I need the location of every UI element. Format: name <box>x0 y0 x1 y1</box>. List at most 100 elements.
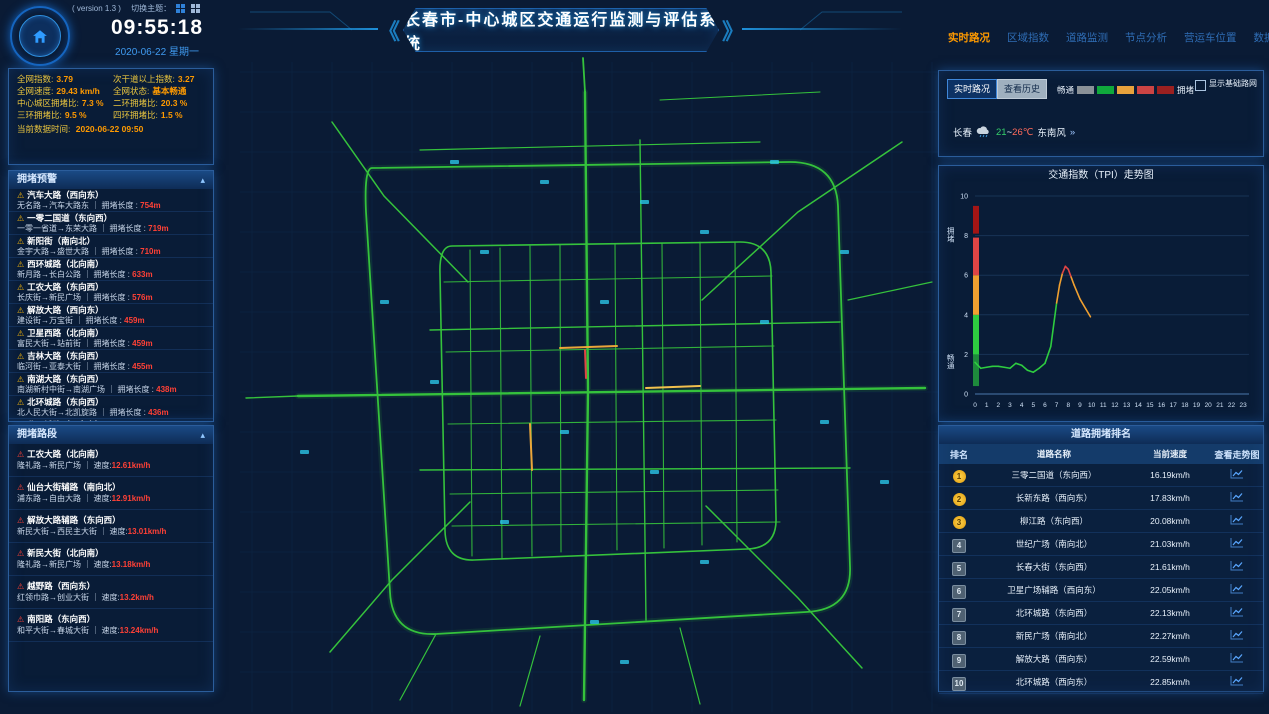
congested-item[interactable]: ⚠南阳路（东向西） 和平大街→春城大街 ｜ 速度:13.24km/h <box>9 609 213 642</box>
metric-label: ｜ 拥堵长度 : <box>81 270 132 279</box>
metric-value: 12.61km/h <box>112 461 151 470</box>
road-name: 汽车大路（西向东） <box>27 190 104 200</box>
svg-text:4: 4 <box>964 312 968 319</box>
warning-item[interactable]: ⚠西环城路（北向南） 新月路→长白公路 ｜ 拥堵长度 : 633m <box>9 258 213 281</box>
road-segment: 新民大街→西民主大街 <box>17 527 97 536</box>
svg-text:17: 17 <box>1170 402 1178 409</box>
nav-item[interactable]: 区域指数 <box>1007 30 1049 45</box>
congested-item[interactable]: ⚠解放大路辅路（东向西） 新民大街→西民主大街 ｜ 速度:13.01km/h <box>9 510 213 543</box>
trend-chart-icon[interactable] <box>1230 468 1244 479</box>
metric-label: ｜ 速度: <box>81 560 112 569</box>
warning-item[interactable]: ⚠北环城路（东向西） 北人民大街→北凯旋路 ｜ 拥堵长度 : 436m <box>9 396 213 419</box>
overview-stat: 全网速度:29.43 km/h <box>17 86 109 96</box>
svg-text:19: 19 <box>1193 402 1201 409</box>
nav-item[interactable]: 节点分析 <box>1125 30 1167 45</box>
trend-chart-icon[interactable] <box>1230 606 1244 617</box>
network-overview-panel: 全网指数:3.79 次干道以上指数:3.27 全网速度:29.43 km/h 全… <box>8 68 214 165</box>
metric-label: ｜ 拥堵长度 : <box>81 293 132 302</box>
warning-item[interactable]: ⚠一零二国道（东向西） 一零一省道→东荣大路 ｜ 拥堵长度 : 719m <box>9 212 213 235</box>
checkbox-icon[interactable] <box>1195 80 1206 91</box>
nav-item[interactable]: 道路监测 <box>1066 30 1108 45</box>
road-name: 新阳街（南向北） <box>27 236 95 246</box>
trend-chart-icon[interactable] <box>1230 675 1244 686</box>
current-speed: 16.19km/h <box>1129 470 1211 480</box>
tpi-trend-panel: 交通指数（TPI）走势图 024681001234567891011121314… <box>938 165 1264 422</box>
current-speed: 17.83km/h <box>1129 493 1211 503</box>
warning-triangle-icon: ⚠ <box>17 398 24 407</box>
tpi-chart-svg: 0246810012345678910111213141516171819202… <box>939 186 1261 418</box>
svg-text:23: 23 <box>1240 402 1248 409</box>
svg-text:5: 5 <box>1031 402 1035 409</box>
table-row: 1 三零二国道（东向西） 16.19km/h <box>939 464 1263 487</box>
trend-chart-icon[interactable] <box>1230 652 1244 663</box>
weather-more-arrow[interactable]: » <box>1070 127 1075 138</box>
warning-item[interactable]: ⚠工农大路（东向西） 长庆街→新民广场 ｜ 拥堵长度 : 576m <box>9 281 213 304</box>
nav-item[interactable]: 营运车位置 <box>1184 30 1237 45</box>
road-name: 北环城路（西向东） <box>979 676 1129 688</box>
main-nav: 实时路况 区域指数 道路监测 节点分析 营运车位置 数据查询 <box>948 30 1269 45</box>
road-name: 西环城路（北向南） <box>27 259 104 269</box>
metric-value: 13.01km/h <box>128 527 167 536</box>
congested-item[interactable]: ⚠仙台大街辅路（南向北） 浦东路→自由大路 ｜ 速度:12.91km/h <box>9 477 213 510</box>
road-segment: 红领巾路→创业大街 <box>17 593 89 602</box>
road-name: 一零二国道（东向西） <box>27 213 112 223</box>
road-name: 北环城路（西向东） <box>27 420 104 421</box>
nav-item[interactable]: 数据查询 <box>1254 30 1269 45</box>
current-speed: 22.05km/h <box>1129 585 1211 595</box>
congested-item[interactable]: ⚠工农大路（北向南） 隆礼路→新民广场 ｜ 速度:12.61km/h <box>9 444 213 477</box>
metric-value: 436m <box>148 408 168 417</box>
road-segment: 隆礼路→新民广场 <box>17 461 81 470</box>
home-button[interactable] <box>10 6 70 66</box>
road-name: 工农大路（北向南） <box>27 449 104 459</box>
road-segment: 建设街→万宝街 <box>17 316 73 325</box>
warning-item[interactable]: ⚠吉林大路（东向西） 临河街→亚泰大街 ｜ 拥堵长度 : 455m <box>9 350 213 373</box>
warning-item[interactable]: ⚠新阳街（南向北） 金宇大路→盛世大路 ｜ 拥堵长度 : 710m <box>9 235 213 258</box>
warning-item[interactable]: ⚠解放大路（西向东） 建设街→万宝街 ｜ 拥堵长度 : 459m <box>9 304 213 327</box>
trend-chart-icon[interactable] <box>1230 560 1244 571</box>
collapse-icon[interactable]: ▴ <box>200 171 205 189</box>
svg-text:0: 0 <box>973 402 977 409</box>
warning-item[interactable]: ⚠汽车大路（西向东） 无名路→汽车大路东 ｜ 拥堵长度 : 754m <box>9 189 213 212</box>
show-base-network-checkbox[interactable]: 显示基础路网 <box>1195 79 1257 91</box>
trend-chart-icon[interactable] <box>1230 491 1244 502</box>
collapse-icon[interactable]: ▴ <box>200 426 205 444</box>
stat-label: 四环拥堵比: <box>113 110 158 120</box>
traffic-legend: 畅通 拥堵 <box>1057 84 1194 96</box>
rank-badge: 5 <box>952 562 966 576</box>
clock: 09:55:18 <box>72 16 242 40</box>
version-label: ( version 1.3 ) <box>72 4 121 13</box>
stat-value: 1.5 % <box>161 110 183 120</box>
traffic-mode-tab[interactable]: 实时路况 <box>947 79 997 99</box>
congested-list: ⚠工农大路（北向南） 隆礼路→新民广场 ｜ 速度:12.61km/h ⚠仙台大街… <box>9 444 213 691</box>
current-speed: 22.13km/h <box>1129 608 1211 618</box>
trend-chart-icon[interactable] <box>1230 583 1244 594</box>
trend-chart-icon[interactable] <box>1230 514 1244 525</box>
temp-low: 21 <box>996 127 1007 138</box>
trend-chart-icon[interactable] <box>1230 629 1244 640</box>
congested-item[interactable]: ⚠越野路（西向东） 红领巾路→创业大街 ｜ 速度:13.2km/h <box>9 576 213 609</box>
warning-item[interactable]: ⚠北环城路（西向东） <box>9 419 213 421</box>
warning-triangle-icon: ⚠ <box>17 214 24 223</box>
road-segment: 隆礼路→新民广场 <box>17 560 81 569</box>
nav-item[interactable]: 实时路况 <box>948 30 990 45</box>
stat-label: 三环拥堵比: <box>17 110 62 120</box>
congested-item[interactable]: ⚠新民大街（北向南） 隆礼路→新民广场 ｜ 速度:13.18km/h <box>9 543 213 576</box>
trend-chart-icon[interactable] <box>1230 537 1244 548</box>
warning-triangle-icon: ⚠ <box>17 329 24 338</box>
data-timestamp: 当前数据时间: 2020-06-22 09:50 <box>9 120 213 138</box>
theme-option-gray-icon[interactable] <box>191 4 200 13</box>
warning-item[interactable]: ⚠卫星西路（北向南） 富民大街→站前街 ｜ 拥堵长度 : 459m <box>9 327 213 350</box>
stat-label: 全网指数: <box>17 74 53 84</box>
theme-option-blue-icon[interactable] <box>176 4 185 13</box>
metric-value: 438m <box>156 385 176 394</box>
warning-item[interactable]: ⚠南湖大路（东向西） 南湖新村中街→南湖广场 ｜ 拥堵长度 : 438m <box>9 373 213 396</box>
warning-triangle-icon: ⚠ <box>17 260 24 269</box>
svg-text:3: 3 <box>1008 402 1012 409</box>
traffic-mode-tab[interactable]: 查看历史 <box>997 79 1047 99</box>
overview-stat: 次干道以上指数:3.27 <box>113 74 205 84</box>
temp-high: 26℃ <box>1012 127 1033 138</box>
road-name: 南湖大路（东向西） <box>27 374 104 384</box>
legend-color-swatch <box>1137 86 1154 94</box>
header: ( version 1.3 ) 切换主题： 09:55:18 2020-06-2… <box>0 0 1269 62</box>
warning-triangle-icon: ⚠ <box>17 306 24 315</box>
